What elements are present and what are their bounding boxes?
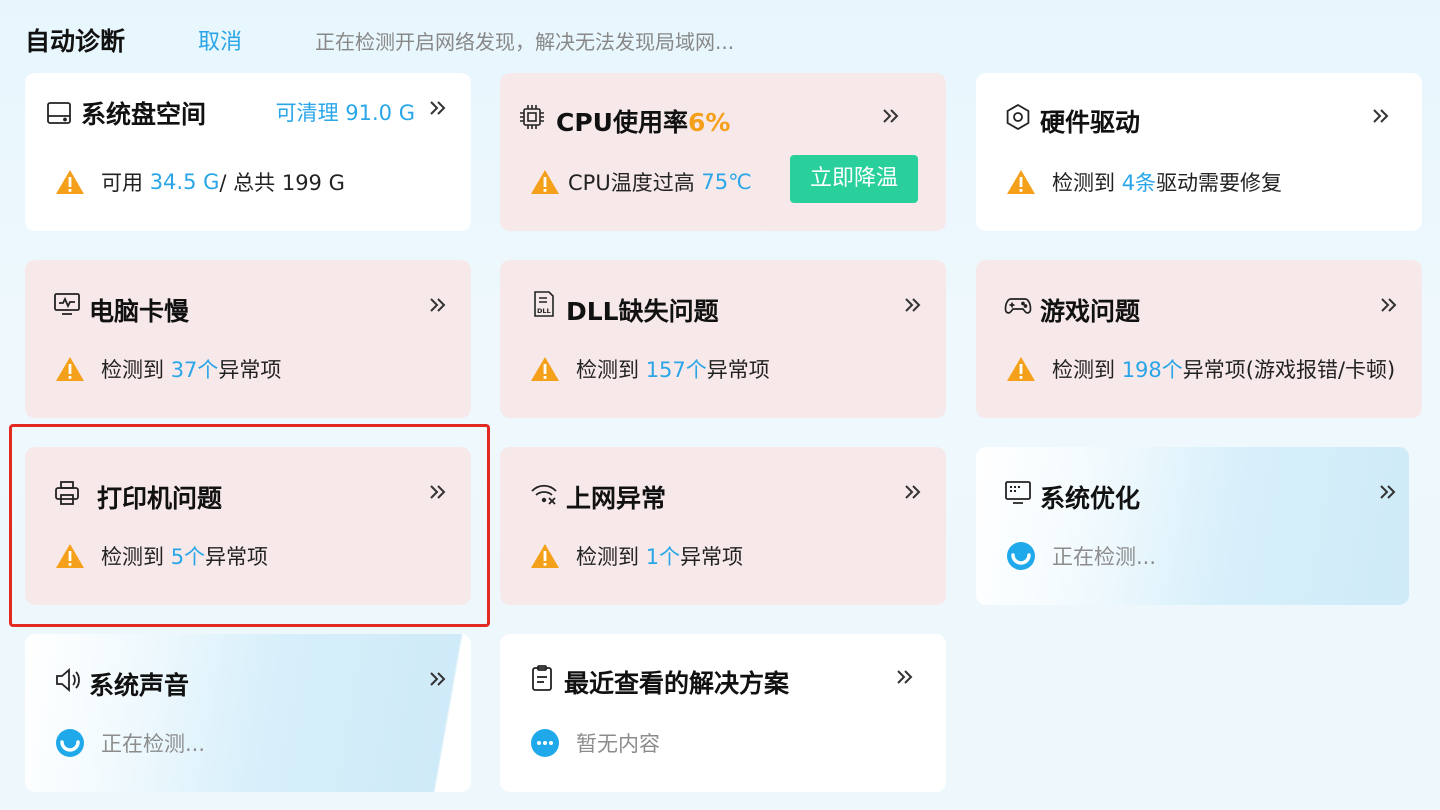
monitor-pulse-icon [54,293,80,315]
double-chevron-right-icon[interactable] [902,481,924,503]
driver-count: 4条 [1121,171,1157,195]
card-hardware-driver[interactable]: 硬件驱动 检测到 4条 驱动需要修复 [976,73,1422,231]
slow-suffix: 异常项 [218,358,282,382]
double-chevron-right-icon[interactable] [902,294,924,316]
driver-suffix: 驱动需要修复 [1156,171,1283,195]
double-chevron-right-icon[interactable] [894,666,916,688]
sound-status-line: 正在检测... [55,728,205,758]
recent-status: 暂无内容 [576,732,660,756]
cpu-usage-value: 6% [687,108,731,137]
loading-spinner-icon [56,729,84,757]
double-chevron-right-icon[interactable] [1370,105,1392,127]
card-disk-space[interactable]: 系统盘空间 可清理 91.0 G 可用 34.5 G / 总共 199 G [25,73,471,231]
double-chevron-right-icon[interactable] [427,97,449,119]
available-label: 可用 [101,171,143,195]
temperature-value: 75℃ [701,170,752,194]
double-chevron-right-icon[interactable] [427,294,449,316]
driver-status-line: 检测到 4条 驱动需要修复 [1006,167,1282,197]
game-suffix: 异常项(游戏报错/卡顿) [1182,358,1396,382]
svg-text:DLL: DLL [537,307,551,315]
card-title: CPU使用率6% [556,103,730,139]
game-status-line: 检测到 198个 异常项(游戏报错/卡顿) [1006,354,1395,384]
cancel-button[interactable]: 取消 [198,24,242,56]
hard-drive-icon [47,102,71,124]
top-bar: 自动诊断 取消 正在检测开启网络发现，解决无法发现局域网... [0,0,1440,75]
clipboard-icon [532,665,552,691]
disk-usage-line: 可用 34.5 G / 总共 199 G [55,167,345,197]
slow-count: 37个 [170,358,219,382]
card-title: 硬件驱动 [1040,108,1141,137]
available-value: 34.5 G [149,170,220,194]
card-title: 上网异常 [566,484,667,513]
card-title: 电脑卡慢 [89,297,190,326]
double-chevron-right-icon[interactable] [1377,481,1399,503]
cleanable-size-link[interactable]: 可清理 91.0 G [276,97,415,127]
loading-spinner-icon [1007,542,1035,570]
card-game-issues[interactable]: 游戏问题 检测到 198个 异常项(游戏报错/卡顿) [976,260,1422,418]
temperature-label: CPU温度过高 [568,171,695,195]
slow-status-line: 检测到 37个 异常项 [55,354,281,384]
card-system-sound[interactable]: 系统声音 正在检测... [25,634,471,792]
selection-highlight-box [9,424,490,627]
warning-icon [1007,357,1035,381]
speaker-icon [56,668,80,692]
warning-icon [531,357,559,381]
card-system-optimize[interactable]: 系统优化 正在检测... [976,447,1409,605]
sound-status: 正在检测... [101,732,206,756]
card-cpu-usage[interactable]: CPU使用率6% CPU温度过高 75℃ 立即降温 [500,73,946,231]
game-label: 检测到 [1052,358,1115,382]
card-title: 游戏问题 [1040,297,1141,326]
network-suffix: 异常项 [680,545,744,569]
dll-file-icon: DLL [534,291,554,317]
card-slow-pc[interactable]: 电脑卡慢 检测到 37个 异常项 [25,260,471,418]
double-chevron-right-icon[interactable] [427,668,449,690]
dll-count: 157个 [645,358,707,382]
slow-label: 检测到 [101,358,164,382]
scan-status-text: 正在检测开启网络发现，解决无法发现局域网... [315,30,735,54]
double-chevron-right-icon[interactable] [880,105,902,127]
warning-icon [531,544,559,568]
cool-down-button[interactable]: 立即降温 [790,155,918,203]
warning-icon [531,170,559,194]
page-title: 自动诊断 [25,27,126,56]
total-value: / 总共 199 G [219,171,345,195]
dll-suffix: 异常项 [706,358,770,382]
card-title: 系统声音 [89,671,190,700]
network-label: 检测到 [576,545,639,569]
wifi-error-icon [531,484,557,505]
keyboard-monitor-icon [1005,481,1031,504]
card-dll-missing[interactable]: DLL DLL缺失问题 检测到 157个 异常项 [500,260,946,418]
warning-icon [1007,170,1035,194]
gamepad-icon [1004,298,1032,314]
card-title: DLL缺失问题 [566,297,719,326]
game-count: 198个 [1121,358,1183,382]
optimize-status: 正在检测... [1052,545,1157,569]
recent-status-line: 暂无内容 [530,728,660,758]
warning-icon [56,170,84,194]
hexagon-gear-icon [1006,103,1030,131]
card-title: 最近查看的解决方案 [564,669,790,698]
card-recent-solutions[interactable]: 最近查看的解决方案 暂无内容 [500,634,946,792]
card-network-issues[interactable]: 上网异常 检测到 1个 异常项 [500,447,946,605]
dll-status-line: 检测到 157个 异常项 [530,354,770,384]
card-title: 系统优化 [1040,484,1141,513]
more-dots-icon [531,729,559,757]
warning-icon [56,357,84,381]
network-status-line: 检测到 1个 异常项 [530,541,743,571]
cpu-temperature-line: CPU温度过高 75℃ [530,167,752,197]
optimize-status-line: 正在检测... [1006,541,1156,571]
double-chevron-right-icon[interactable] [1378,294,1400,316]
network-count: 1个 [645,545,681,569]
cpu-title-label: CPU使用率 [556,108,688,137]
dll-label: 检测到 [576,358,639,382]
cpu-chip-icon [520,105,544,129]
card-title: 系统盘空间 [81,100,207,129]
driver-label: 检测到 [1052,171,1115,195]
